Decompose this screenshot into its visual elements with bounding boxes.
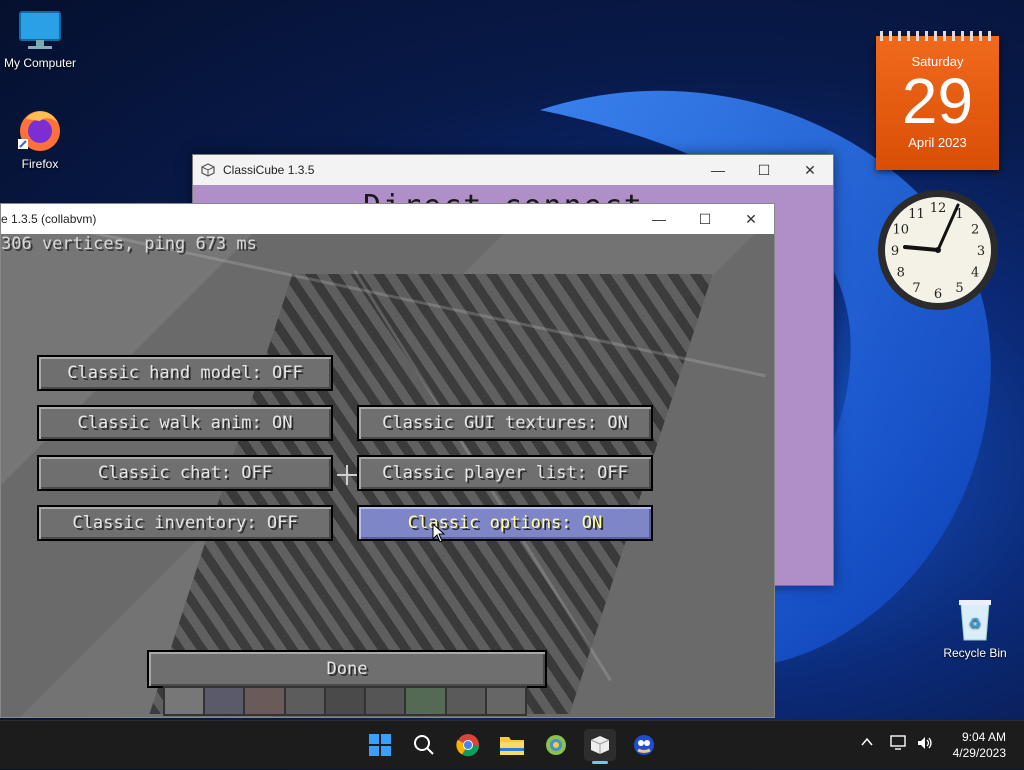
desktop-icon-label: Firefox <box>21 157 59 171</box>
clock-numeral: 6 <box>934 287 942 302</box>
game-viewport[interactable]: 306 vertices, ping 673 ms Classic hand m… <box>1 234 774 717</box>
firefox-icon <box>16 105 64 153</box>
calendar-day: 29 <box>901 65 974 137</box>
classic-gui-textures-button[interactable]: Classic GUI textures: ON <box>357 405 653 441</box>
start-icon[interactable] <box>364 729 396 761</box>
button-label: Classic inventory: OFF <box>72 513 298 533</box>
minimize-button[interactable]: — <box>636 204 682 234</box>
volume-icon[interactable] <box>916 735 934 754</box>
classic-hand-model-button[interactable]: Classic hand model: OFF <box>37 355 333 391</box>
close-button[interactable]: ✕ <box>728 204 774 234</box>
button-label: Done <box>326 659 368 679</box>
classic-options-button[interactable]: Classic options: ON <box>357 505 653 541</box>
button-label: Classic player list: OFF <box>382 463 628 483</box>
classic-inventory-button[interactable]: Classic inventory: OFF <box>37 505 333 541</box>
calendar-rings <box>880 31 995 41</box>
clock-numeral: 4 <box>971 266 979 281</box>
file-explorer-icon[interactable] <box>496 729 528 761</box>
clock-numeral: 12 <box>930 201 947 216</box>
clock-numeral: 10 <box>893 223 910 238</box>
desktop-icon-label: Recycle Bin <box>943 646 1007 660</box>
desktop-icon-my-computer[interactable]: My Computer <box>0 10 80 70</box>
clock-gadget[interactable]: 12 1234567891011 <box>876 188 1000 312</box>
taskbar: 9:04 AM 4/29/2023 <box>0 720 1024 769</box>
clock-numeral: 7 <box>912 281 920 296</box>
classicube-window-front[interactable]: e 1.3.5 (collabvm) — ☐ ✕ 306 vertices, p… <box>0 203 775 718</box>
calendar-gadget[interactable]: Saturday 29 April 2023 <box>876 31 999 170</box>
minimize-button[interactable]: — <box>695 155 741 185</box>
done-button[interactable]: Done <box>147 650 547 688</box>
classicube-icon[interactable] <box>584 729 616 761</box>
titlebar[interactable]: e 1.3.5 (collabvm) — ☐ ✕ <box>1 204 774 234</box>
search-icon[interactable] <box>408 729 440 761</box>
maximize-button[interactable]: ☐ <box>741 155 787 185</box>
taskbar-time: 9:04 AM <box>961 730 1006 744</box>
crosshair <box>337 465 357 485</box>
block-texture <box>149 274 713 714</box>
sonic-icon[interactable] <box>628 729 660 761</box>
taskbar-date: 4/29/2023 <box>952 746 1006 760</box>
active-app-indicator <box>592 761 608 764</box>
taskbar-clock[interactable]: 9:04 AM 4/29/2023 <box>953 729 1006 761</box>
button-label: Classic chat: OFF <box>98 463 272 483</box>
chevron-up-icon[interactable] <box>860 735 874 752</box>
debug-text: 306 vertices, ping 673 ms <box>1 234 257 254</box>
desktop-icon-recycle-bin[interactable]: ♻ Recycle Bin <box>935 596 1015 660</box>
maximize-button[interactable]: ☐ <box>682 204 728 234</box>
mouse-cursor-icon <box>432 523 446 543</box>
network-icon[interactable] <box>890 735 908 754</box>
clock-numeral: 11 <box>908 207 925 222</box>
collabvm-icon[interactable] <box>540 729 572 761</box>
clock-numeral: 2 <box>971 223 979 238</box>
desktop-icon-label: My Computer <box>3 56 77 70</box>
classic-walk-anim-button[interactable]: Classic walk anim: ON <box>37 405 333 441</box>
clock-numeral: 9 <box>891 244 899 259</box>
chrome-icon[interactable] <box>452 729 484 761</box>
window-title: e 1.3.5 (collabvm) <box>1 212 97 226</box>
recycle-bin-icon: ♻ <box>955 596 995 642</box>
hotbar <box>163 686 527 716</box>
window-title: ClassiCube 1.3.5 <box>223 163 315 177</box>
monitor-icon <box>18 10 62 52</box>
button-label: Classic walk anim: ON <box>77 413 293 433</box>
classic-chat-button[interactable]: Classic chat: OFF <box>37 455 333 491</box>
clock-numeral: 8 <box>897 266 905 281</box>
classic-player-list-button[interactable]: Classic player list: OFF <box>357 455 653 491</box>
button-label: Classic GUI textures: ON <box>382 413 628 433</box>
clock-numeral: 5 <box>955 281 963 296</box>
calendar-month: April 2023 <box>908 135 967 150</box>
close-button[interactable]: ✕ <box>787 155 833 185</box>
titlebar[interactable]: ClassiCube 1.3.5 — ☐ ✕ <box>193 155 833 185</box>
button-label: Classic hand model: OFF <box>67 363 303 383</box>
app-cube-icon <box>201 163 215 177</box>
clock-numeral: 3 <box>977 244 985 259</box>
desktop-icon-firefox[interactable]: Firefox <box>0 105 80 171</box>
svg-text:♻: ♻ <box>969 616 982 632</box>
